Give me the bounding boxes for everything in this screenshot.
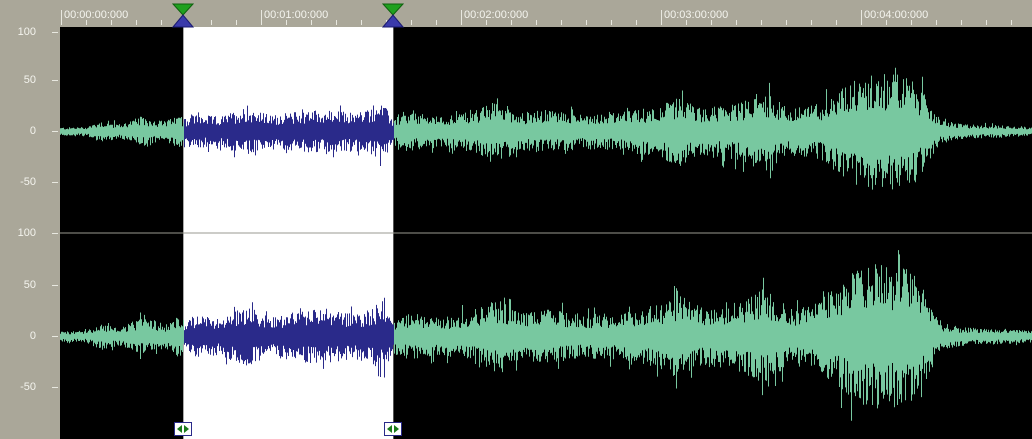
- ruler-minor-tick: [711, 20, 712, 25]
- ruler-minor-tick: [636, 20, 637, 25]
- ruler-minor-tick: [611, 20, 612, 25]
- ruler-major-tick: [461, 10, 462, 25]
- ruler-minor-tick: [936, 20, 937, 25]
- y-tick: [52, 336, 58, 337]
- ruler-minor-tick: [311, 20, 312, 25]
- ruler-minor-tick: [1011, 20, 1012, 25]
- ruler-minor-tick: [561, 20, 562, 25]
- ruler-minor-tick: [136, 20, 137, 25]
- resize-arrows-icon[interactable]: [174, 422, 193, 436]
- y-tick: [52, 131, 58, 132]
- y-tick-label: 0: [29, 330, 36, 342]
- y-tick-label: -50: [20, 381, 36, 393]
- ruler-minor-tick: [886, 20, 887, 25]
- selection-start-marker-icon[interactable]: [172, 2, 195, 28]
- ruler-minor-tick: [111, 20, 112, 25]
- ruler-minor-tick: [436, 20, 437, 25]
- y-tick-label: 100: [17, 26, 36, 38]
- y-tick-label: 0: [29, 125, 36, 137]
- time-label: 00:03:00:000: [664, 9, 729, 21]
- y-tick-label: 100: [17, 227, 36, 239]
- ruler-minor-tick: [361, 20, 362, 25]
- ruler-minor-tick: [286, 20, 287, 25]
- ruler-major-tick: [261, 10, 262, 25]
- amplitude-axis: 100 50 0 -50 100 50 0 -50: [0, 27, 60, 439]
- ruler-minor-tick: [161, 20, 162, 25]
- selection-end-marker-icon[interactable]: [382, 2, 405, 28]
- y-tick-label: -50: [20, 176, 36, 188]
- resize-arrows-icon[interactable]: [384, 422, 403, 436]
- ruler-minor-tick: [236, 20, 237, 25]
- ruler-minor-tick: [411, 20, 412, 25]
- ruler-minor-tick: [586, 20, 587, 25]
- ruler-minor-tick: [736, 20, 737, 25]
- ruler-minor-tick: [961, 20, 962, 25]
- ruler-minor-tick: [486, 20, 487, 25]
- ruler-minor-tick: [211, 20, 212, 25]
- y-tick: [52, 233, 58, 234]
- ruler-minor-tick: [686, 20, 687, 25]
- ruler-minor-tick: [911, 20, 912, 25]
- time-label: 00:01:00:000: [264, 9, 329, 21]
- y-tick: [52, 182, 58, 183]
- y-tick: [52, 285, 58, 286]
- ruler-minor-tick: [536, 20, 537, 25]
- ruler-major-tick: [661, 10, 662, 25]
- y-tick-label: 50: [23, 74, 36, 86]
- ruler-minor-tick: [811, 20, 812, 25]
- ruler-minor-tick: [511, 20, 512, 25]
- ruler-minor-tick: [786, 20, 787, 25]
- ruler-major-tick: [61, 10, 62, 25]
- audio-waveform-editor[interactable]: 00:00:00:000 00:01:00:000 00:02:00:000 0…: [0, 0, 1032, 439]
- ruler-minor-tick: [336, 20, 337, 25]
- ruler-minor-tick: [86, 20, 87, 25]
- time-ruler[interactable]: 00:00:00:000 00:01:00:000 00:02:00:000 0…: [60, 0, 1032, 27]
- ruler-minor-tick: [761, 20, 762, 25]
- waveform-canvas[interactable]: [60, 27, 1032, 439]
- y-tick: [52, 32, 58, 33]
- waveform-display[interactable]: [60, 27, 1032, 439]
- ruler-minor-tick: [836, 20, 837, 25]
- time-label: 00:00:00:000: [64, 9, 129, 21]
- y-tick: [52, 387, 58, 388]
- ruler-minor-tick: [986, 20, 987, 25]
- ruler-major-tick: [861, 10, 862, 25]
- time-label: 00:04:00:000: [864, 9, 929, 21]
- y-tick: [52, 80, 58, 81]
- time-label: 00:02:00:000: [464, 9, 529, 21]
- y-tick-label: 50: [23, 279, 36, 291]
